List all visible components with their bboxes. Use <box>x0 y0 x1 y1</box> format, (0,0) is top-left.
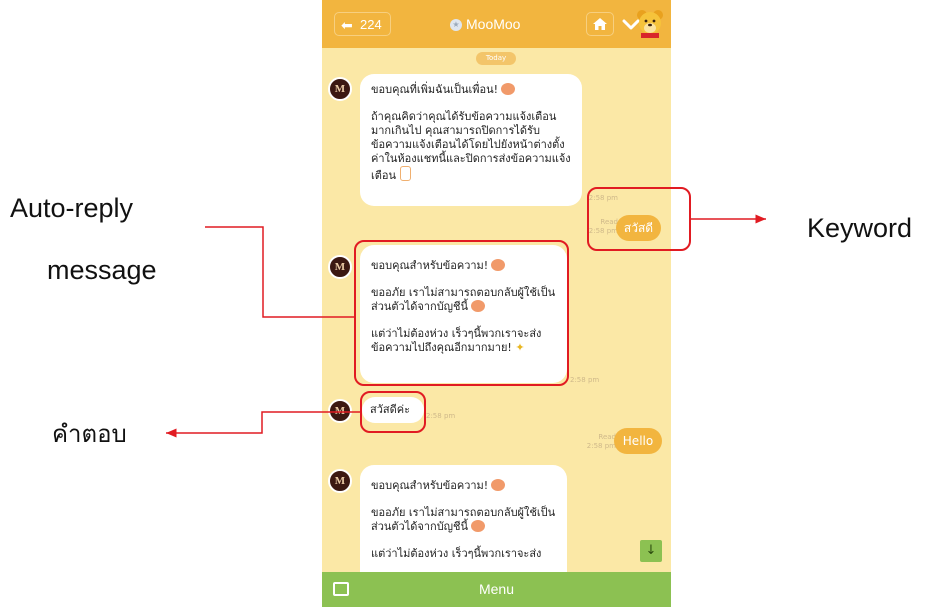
answer-arrow <box>166 411 360 438</box>
keyword-annotation: Keyword <box>807 213 913 243</box>
auto-reply-connector <box>205 226 354 318</box>
auto-reply-annotation-line-2: message <box>47 255 157 285</box>
auto-reply-annotation-line-1: Auto-reply <box>10 193 134 223</box>
annotation-connectors <box>166 214 766 438</box>
answer-annotation: คำตอบ <box>52 420 127 448</box>
